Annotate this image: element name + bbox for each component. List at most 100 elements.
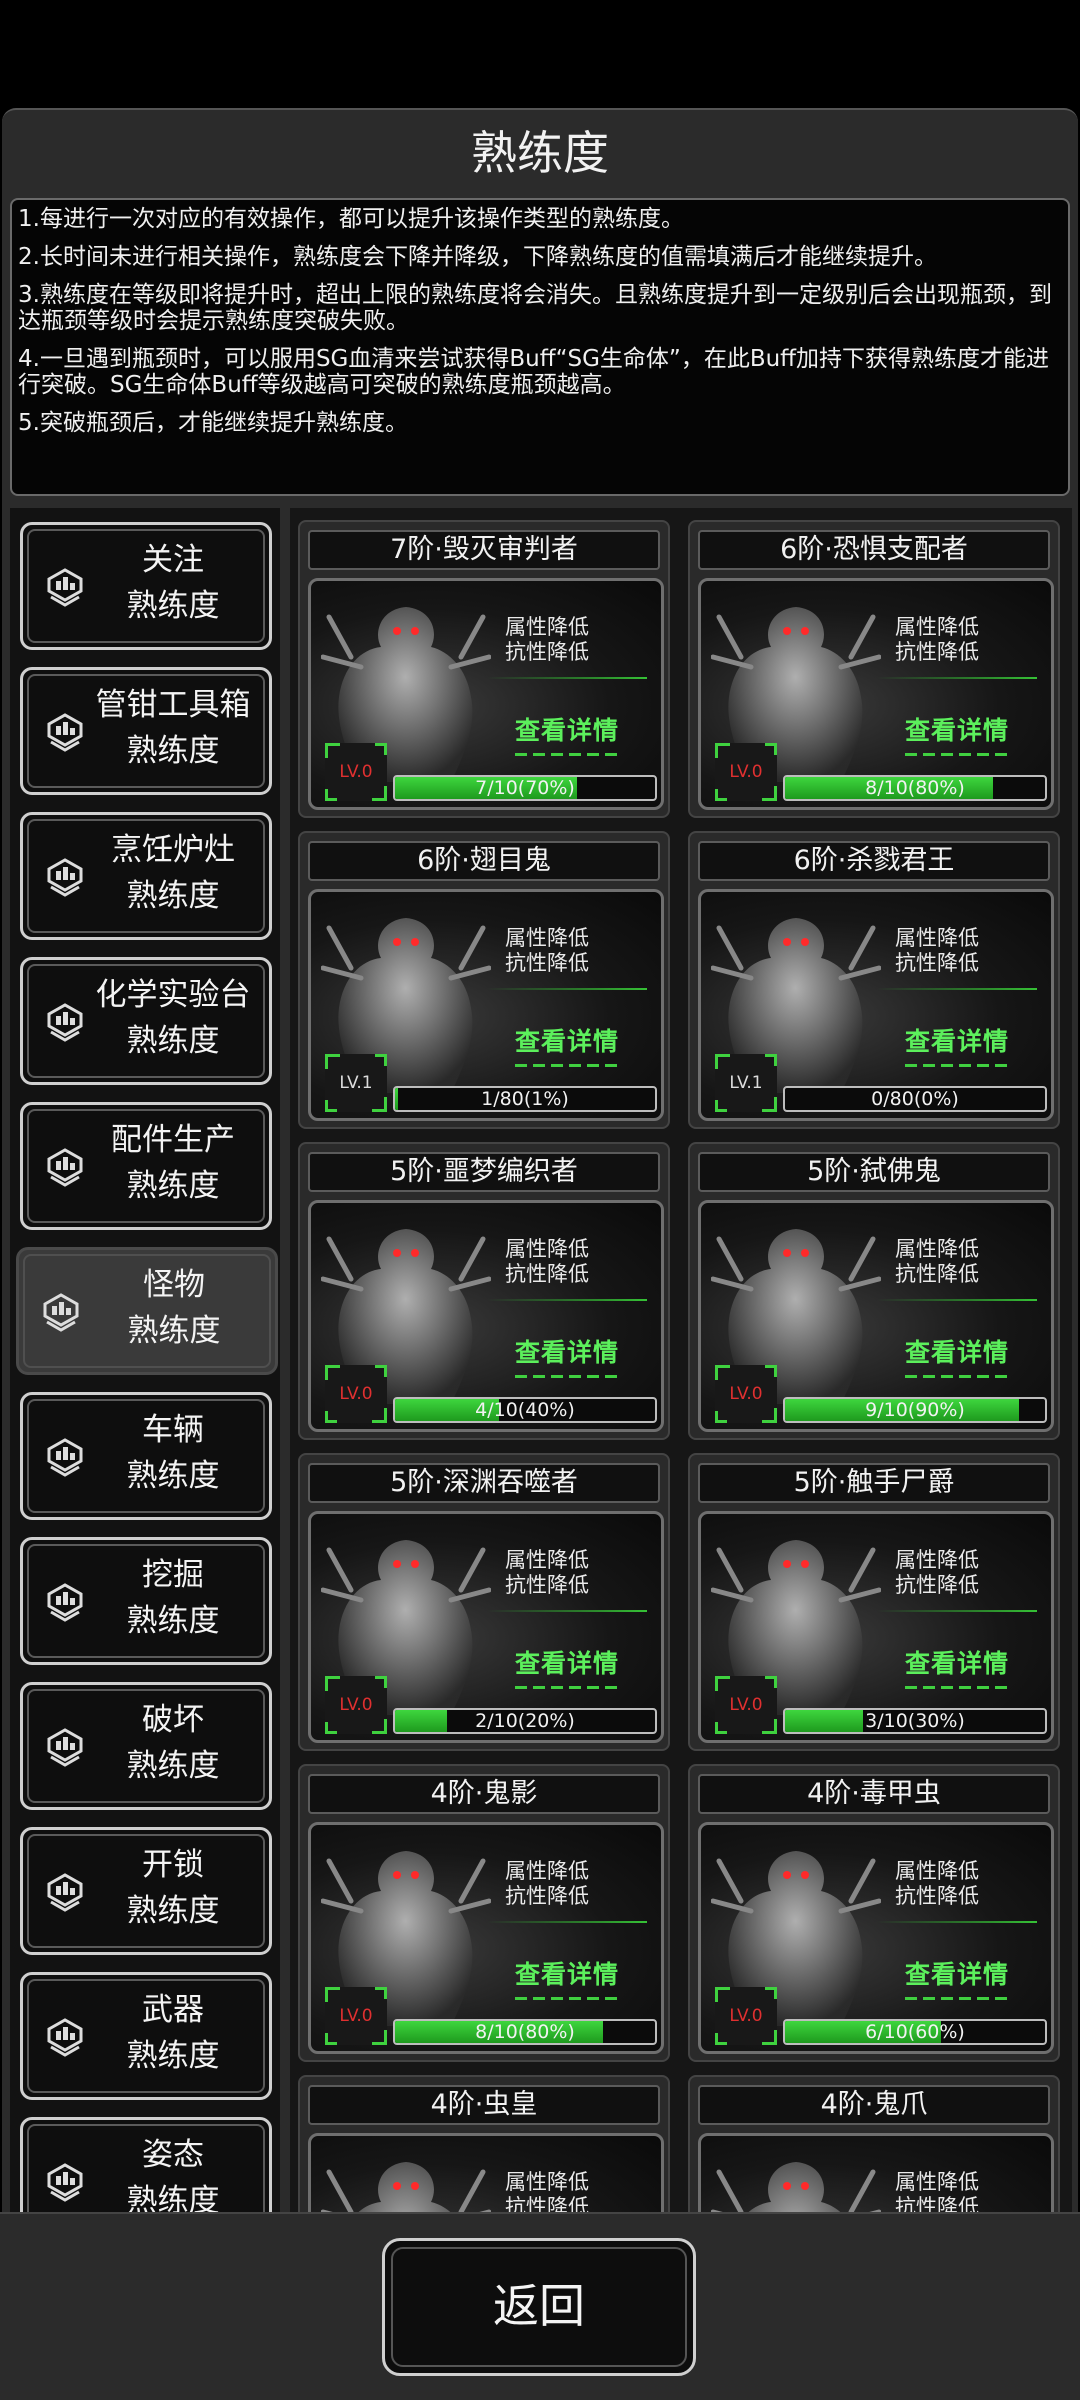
monster-card-body: 属性降低 抗性降低 查看详情 LV.0 6/10(60%) — [698, 1822, 1054, 2054]
sidebar-item-label: 配件生产 熟练度 — [83, 1117, 263, 1209]
category-sidebar[interactable]: 关注 熟练度 管钳工具箱 熟练度 烹饪炉灶 熟练度 化学实验台 熟练度 配件生产… — [10, 508, 280, 2212]
progress-text: 2/10(20%) — [475, 1710, 575, 1732]
badge-chart-icon — [43, 2015, 87, 2059]
view-details-link[interactable]: 查看详情 — [887, 1955, 1027, 2000]
progress-bar: 8/10(80%) — [393, 2019, 657, 2045]
progress-bar: 4/10(40%) — [393, 1397, 657, 1423]
view-details-link[interactable]: 查看详情 — [887, 1644, 1027, 1689]
sidebar-item-subtitle: 熟练度 — [126, 2183, 220, 2212]
attr-debuff-2: 抗性降低 — [505, 951, 589, 975]
rule-3: 3.熟练度在等级即将提升时，超出上限的熟练度将会消失。且熟练度提升到一定级别后会… — [18, 282, 1052, 334]
sidebar-item[interactable]: 配件生产 熟练度 — [20, 1102, 272, 1230]
attr-debuff-1: 属性降低 — [505, 615, 589, 639]
view-details-link[interactable]: 查看详情 — [497, 1333, 637, 1378]
sidebar-item-subtitle: 熟练度 — [127, 1313, 221, 1349]
monster-card[interactable]: 6阶·恐惧支配者 属性降低 抗性降低 查看详情 LV.0 8/10(80%) — [688, 520, 1060, 818]
progress-text: 7/10(70%) — [475, 777, 575, 799]
monster-card[interactable]: 5阶·深渊吞噬者 属性降低 抗性降低 查看详情 LV.0 2/10(20%) — [298, 1453, 670, 1751]
rule-4: 4.一旦遇到瓶颈时，可以服用SG血清来尝试获得Buff“SG生命体”，在此Buf… — [18, 346, 1050, 398]
monster-card-body: 属性降低 抗性降低 查看详情 LV.0 7/10(70%) — [308, 578, 664, 810]
monster-card[interactable]: 5阶·触手尸爵 属性降低 抗性降低 查看详情 LV.0 3/10(30%) — [688, 1453, 1060, 1751]
attr-debuff-1: 属性降低 — [505, 1237, 589, 1261]
monster-card[interactable]: 5阶·弑佛鬼 属性降低 抗性降低 查看详情 LV.0 9/10(90%) — [688, 1142, 1060, 1440]
monster-name: 5阶·深渊吞噬者 — [308, 1463, 660, 1503]
monster-name: 7阶·毁灭审判者 — [308, 530, 660, 570]
monster-grid[interactable]: 7阶·毁灭审判者 属性降低 抗性降低 查看详情 LV.0 7/10(70%) 6… — [290, 508, 1072, 2212]
monster-name: 6阶·恐惧支配者 — [698, 530, 1050, 570]
back-button[interactable]: 返回 — [382, 2238, 696, 2376]
attr-debuff-1: 属性降低 — [505, 1548, 589, 1572]
monster-card[interactable]: 5阶·噩梦编织者 属性降低 抗性降低 查看详情 LV.0 4/10(40%) — [298, 1142, 670, 1440]
badge-chart-icon — [39, 1290, 83, 1334]
sidebar-item-label: 管钳工具箱 熟练度 — [83, 682, 263, 774]
monster-card-body: 属性降低 抗性降低 查看详情 LV.0 4/10(40%) — [308, 1200, 664, 1432]
attr-debuff-2: 抗性降低 — [895, 2195, 979, 2212]
level-badge: LV.0 — [325, 1365, 387, 1423]
view-details-link[interactable]: 查看详情 — [497, 1022, 637, 1067]
view-details-link[interactable]: 查看详情 — [887, 1333, 1027, 1378]
sidebar-item[interactable]: 关注 熟练度 — [20, 522, 272, 650]
attr-debuff-2: 抗性降低 — [505, 1573, 589, 1597]
sidebar-item-label: 破坏 熟练度 — [83, 1697, 263, 1789]
sidebar-item-subtitle: 熟练度 — [126, 1748, 220, 1784]
sidebar-item-title: 挖掘 — [142, 1557, 204, 1593]
divider — [877, 1299, 1037, 1301]
progress-text: 9/10(90%) — [865, 1399, 965, 1421]
monster-card-body: 属性降低 抗性降低 查看详情 — [698, 2133, 1054, 2212]
level-badge: LV.1 — [325, 1054, 387, 1112]
sidebar-item[interactable]: 姿态 熟练度 — [20, 2117, 272, 2212]
monster-name: 4阶·鬼影 — [308, 1774, 660, 1814]
monster-card[interactable]: 6阶·杀戮君王 属性降低 抗性降低 查看详情 LV.1 0/80(0%) — [688, 831, 1060, 1129]
sidebar-item[interactable]: 挖掘 熟练度 — [20, 1537, 272, 1665]
monster-card[interactable]: 4阶·毒甲虫 属性降低 抗性降低 查看详情 LV.0 6/10(60%) — [688, 1764, 1060, 2062]
monster-card[interactable]: 4阶·鬼爪 属性降低 抗性降低 查看详情 — [688, 2075, 1060, 2212]
view-details-link[interactable]: 查看详情 — [887, 1022, 1027, 1067]
sidebar-item[interactable]: 武器 熟练度 — [20, 1972, 272, 2100]
sidebar-item[interactable]: 车辆 熟练度 — [20, 1392, 272, 1520]
sidebar-item[interactable]: 管钳工具箱 熟练度 — [20, 667, 272, 795]
view-details-link[interactable]: 查看详情 — [497, 1955, 637, 2000]
badge-chart-icon — [43, 855, 87, 899]
attr-debuff-1: 属性降低 — [895, 1859, 979, 1883]
view-details-link[interactable]: 查看详情 — [497, 1644, 637, 1689]
sidebar-item-title: 开锁 — [142, 1847, 204, 1883]
progress-text: 0/80(0%) — [871, 1088, 959, 1110]
progress-bar: 7/10(70%) — [393, 775, 657, 801]
attr-debuff-1: 属性降低 — [505, 926, 589, 950]
sidebar-item-subtitle: 熟练度 — [126, 1168, 220, 1204]
monster-name: 5阶·弑佛鬼 — [698, 1152, 1050, 1192]
attr-debuff-2: 抗性降低 — [505, 1262, 589, 1286]
level-text: LV.0 — [339, 762, 373, 782]
sidebar-item[interactable]: 破坏 熟练度 — [20, 1682, 272, 1810]
progress-text: 1/80(1%) — [481, 1088, 569, 1110]
rule-2: 2.长时间未进行相关操作，熟练度会下降并降级，下降熟练度的值需填满后才能继续提升… — [18, 244, 937, 270]
level-text: LV.0 — [729, 2006, 763, 2026]
divider — [487, 677, 647, 679]
sidebar-item[interactable]: 怪物 熟练度 — [16, 1247, 278, 1375]
sidebar-item-label: 烹饪炉灶 熟练度 — [83, 827, 263, 919]
monster-attributes: 属性降低 抗性降低 — [505, 1237, 625, 1287]
monster-card[interactable]: 6阶·翅目鬼 属性降低 抗性降低 查看详情 LV.1 1/80(1%) — [298, 831, 670, 1129]
monster-card[interactable]: 7阶·毁灭审判者 属性降低 抗性降低 查看详情 LV.0 7/10(70%) — [298, 520, 670, 818]
sidebar-item[interactable]: 烹饪炉灶 熟练度 — [20, 812, 272, 940]
sidebar-item-subtitle: 熟练度 — [126, 733, 220, 769]
monster-name: 4阶·鬼爪 — [698, 2085, 1050, 2125]
monster-card[interactable]: 4阶·鬼影 属性降低 抗性降低 查看详情 LV.0 8/10(80%) — [298, 1764, 670, 2062]
divider — [877, 1921, 1037, 1923]
level-text: LV.0 — [339, 1695, 373, 1715]
badge-chart-icon — [43, 1580, 87, 1624]
monster-card[interactable]: 4阶·虫皇 属性降低 抗性降低 查看详情 — [298, 2075, 670, 2212]
monster-name: 4阶·虫皇 — [308, 2085, 660, 2125]
progress-bar: 2/10(20%) — [393, 1708, 657, 1734]
sidebar-item[interactable]: 开锁 熟练度 — [20, 1827, 272, 1955]
divider — [487, 1610, 647, 1612]
monster-name: 5阶·触手尸爵 — [698, 1463, 1050, 1503]
level-badge: LV.0 — [715, 743, 777, 801]
monster-name: 6阶·翅目鬼 — [308, 841, 660, 881]
sidebar-item-title: 烹饪炉灶 — [111, 832, 235, 868]
sidebar-item-title: 车辆 — [142, 1412, 204, 1448]
view-details-link[interactable]: 查看详情 — [497, 711, 637, 756]
level-text: LV.0 — [339, 1384, 373, 1404]
view-details-link[interactable]: 查看详情 — [887, 711, 1027, 756]
sidebar-item[interactable]: 化学实验台 熟练度 — [20, 957, 272, 1085]
